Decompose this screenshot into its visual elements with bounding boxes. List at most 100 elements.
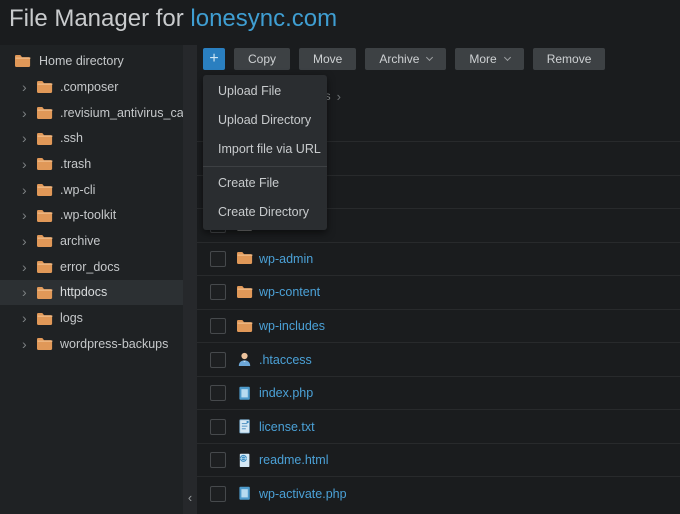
sidebar-item-label: .composer [60, 80, 118, 94]
menu-item-upload-file[interactable]: Upload File [203, 77, 327, 106]
file-link[interactable]: wp-includes [259, 319, 325, 333]
button-label: Archive [379, 52, 419, 66]
sidebar-item-httpdocs[interactable]: › httpdocs [0, 280, 183, 306]
row-checkbox[interactable] [210, 452, 226, 468]
table-row-license-txt: license.txt [197, 409, 680, 443]
sidebar-item-label: logs [60, 311, 83, 325]
folder-icon [236, 250, 253, 267]
breadcrumb-separator-icon[interactable]: › [337, 89, 341, 104]
row-checkbox[interactable] [210, 352, 226, 368]
row-checkbox[interactable] [210, 486, 226, 502]
folder-icon [36, 79, 53, 94]
file-link[interactable]: .htaccess [259, 353, 312, 367]
page-title-domain: lonesync.com [190, 5, 337, 32]
table-row-wp-admin: wp-admin [197, 242, 680, 276]
more-button[interactable]: More [455, 48, 523, 70]
menu-item-upload-directory[interactable]: Upload Directory [203, 106, 327, 135]
sidebar-splitter[interactable]: ‹ [183, 45, 197, 514]
sidebar-item-home-directory[interactable]: Home directory [0, 48, 183, 73]
folder-icon [236, 284, 253, 301]
menu-divider [203, 166, 327, 167]
table-row-wp-content: wp-content [197, 275, 680, 309]
folder-icon [36, 285, 53, 300]
file-link[interactable]: index.php [259, 386, 313, 400]
chevron-right-icon[interactable]: › [22, 157, 32, 171]
php-file-icon [236, 485, 253, 502]
sidebar-item-label: .wp-cli [60, 183, 95, 197]
folder-icon [36, 105, 53, 120]
sidebar-item-archive[interactable]: › archive [0, 228, 183, 254]
sidebar-item-label: error_docs [60, 260, 120, 274]
table-row-wp-includes: wp-includes [197, 309, 680, 343]
sidebar-root-label: Home directory [39, 54, 124, 68]
table-row-dot-htaccess: .htaccess [197, 342, 680, 376]
sidebar-item-label: .revisium_antivirus_cache [60, 106, 183, 120]
row-checkbox[interactable] [210, 251, 226, 267]
file-link[interactable]: readme.html [259, 453, 328, 467]
table-row-readme-html: readme.html [197, 443, 680, 477]
sidebar-item-logs[interactable]: › logs [0, 305, 183, 331]
button-label: Move [313, 52, 342, 66]
php-file-icon [236, 385, 253, 402]
sidebar-item-wordpress-backups[interactable]: › wordpress-backups [0, 331, 183, 357]
button-label: Remove [547, 52, 592, 66]
menu-item-create-directory[interactable]: Create Directory [203, 198, 327, 227]
sidebar-item-dot-revisium-antivirus-cache[interactable]: › .revisium_antivirus_cache [0, 100, 183, 126]
copy-button[interactable]: Copy [234, 48, 290, 70]
chevron-right-icon[interactable]: › [22, 260, 32, 274]
menu-item-create-file[interactable]: Create File [203, 169, 327, 198]
remove-button[interactable]: Remove [533, 48, 606, 70]
sidebar-item-label: httpdocs [60, 285, 107, 299]
user-file-icon [236, 351, 253, 368]
chevron-right-icon[interactable]: › [22, 311, 32, 325]
chevron-right-icon[interactable]: › [22, 337, 32, 351]
chevron-right-icon[interactable]: › [22, 80, 32, 94]
folder-icon [14, 53, 31, 68]
sidebar-item-dot-wp-cli[interactable]: › .wp-cli [0, 177, 183, 203]
chevron-right-icon[interactable]: › [22, 234, 32, 248]
main-pane: Home directory › httpdocs › wp-adminwp-c… [197, 45, 680, 514]
menu-item-import-file-via-url[interactable]: Import file via URL [203, 135, 327, 164]
text-file-icon [236, 418, 253, 435]
page-title: File Manager for lonesync.com [9, 5, 337, 33]
sidebar-item-error-docs[interactable]: › error_docs [0, 254, 183, 280]
move-button[interactable]: Move [299, 48, 356, 70]
table-row-index-php: index.php [197, 376, 680, 410]
sidebar: Home directory › .composer › .revisium_anti… [0, 45, 183, 514]
folder-icon [236, 318, 253, 335]
row-checkbox[interactable] [210, 284, 226, 300]
header: File Manager for lonesync.com [0, 0, 680, 45]
row-checkbox[interactable] [210, 385, 226, 401]
sidebar-item-label: archive [60, 234, 100, 248]
file-manager-app: { "header": { "title_prefix": "File Mana… [0, 0, 680, 514]
chevron-right-icon[interactable]: › [22, 183, 32, 197]
sidebar-item-dot-trash[interactable]: ›.trash [0, 151, 183, 177]
folder-icon [36, 208, 53, 223]
chevron-right-icon[interactable]: › [22, 285, 32, 299]
sidebar-item-dot-wp-toolkit[interactable]: › .wp-toolkit [0, 202, 183, 228]
button-label: More [469, 52, 496, 66]
row-checkbox[interactable] [210, 419, 226, 435]
sidebar-item-dot-ssh[interactable]: › .ssh [0, 125, 183, 151]
folder-icon [36, 259, 53, 274]
add-button[interactable]: + [203, 48, 225, 70]
add-dropdown-menu: Upload FileUpload DirectoryImport file v… [203, 75, 327, 230]
file-link[interactable]: wp-activate.php [259, 487, 347, 501]
folder-icon [36, 336, 53, 351]
file-link[interactable]: license.txt [259, 420, 315, 434]
toolbar: + Copy Move Archive More Remove [203, 48, 605, 70]
chevron-right-icon[interactable]: › [22, 106, 32, 120]
row-checkbox[interactable] [210, 318, 226, 334]
sidebar-item-label: .ssh [60, 131, 83, 145]
archive-button[interactable]: Archive [365, 48, 446, 70]
chevron-right-icon[interactable]: › [22, 131, 32, 145]
button-label: Copy [248, 52, 276, 66]
file-link[interactable]: wp-content [259, 285, 320, 299]
sidebar-item-label: wordpress-backups [60, 337, 168, 351]
sidebar-item-label: .wp-toolkit [60, 208, 116, 222]
chevron-right-icon[interactable]: › [22, 208, 32, 222]
file-link[interactable]: wp-admin [259, 252, 313, 266]
sidebar-item-dot-composer[interactable]: › .composer [0, 74, 183, 100]
folder-icon [36, 156, 53, 171]
collapse-sidebar-icon[interactable]: ‹ [183, 491, 197, 504]
